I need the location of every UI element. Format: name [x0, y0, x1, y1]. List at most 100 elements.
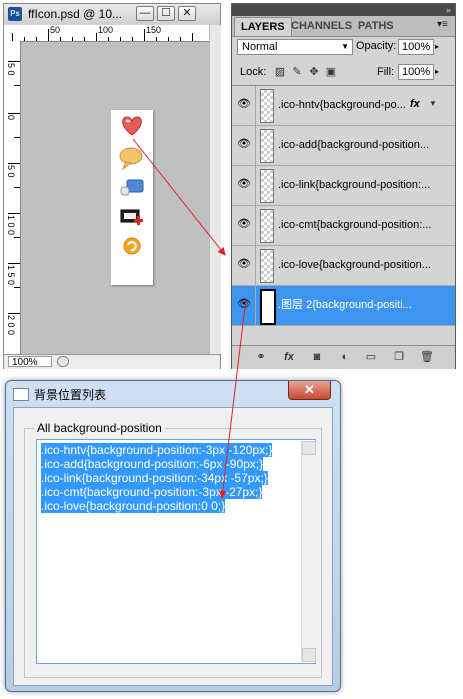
mask-icon[interactable]: ◙: [310, 351, 324, 363]
sprite-icons: [119, 116, 144, 255]
text-line: .ico-love{background-position:0 0;}: [41, 499, 226, 513]
minimize-button[interactable]: —: [136, 6, 154, 21]
panel-tabs: LAYERS CHANNELS PATHS ▾≡: [232, 16, 455, 37]
maximize-button[interactable]: ☐: [157, 6, 175, 21]
eye-icon[interactable]: 👁: [236, 258, 252, 270]
lock-label: Lock:: [240, 66, 267, 78]
eye-icon[interactable]: 👁: [236, 178, 252, 190]
trash-icon[interactable]: 🗑: [420, 351, 434, 363]
link-icon[interactable]: ⚭: [254, 351, 268, 363]
heart-icon: [122, 116, 142, 136]
film-add-icon: [120, 209, 143, 225]
text-line: .ico-hntv{background-position:-3px -120p…: [41, 443, 273, 457]
chevron-down-icon: ▼: [341, 42, 349, 51]
ruler-label: 1 0 0: [6, 215, 16, 236]
dialog-title: 背景位置列表: [34, 388, 107, 402]
layer-name: .ico-add{background-position...: [278, 139, 430, 151]
layer-thumbnail: [260, 169, 274, 203]
layer-row[interactable]: 👁 .ico-hntv{background-po... fx ▼: [232, 86, 455, 126]
output-textarea[interactable]: .ico-hntv{background-position:-3px -120p…: [36, 439, 316, 664]
panel-menu-icon[interactable]: ▾≡: [437, 19, 448, 30]
adjustment-icon[interactable]: ◐: [338, 351, 352, 363]
ruler-label: 50: [50, 25, 61, 35]
textarea-scrollbar[interactable]: [301, 441, 316, 662]
eye-icon[interactable]: 👁: [236, 138, 252, 150]
close-button[interactable]: ✕: [288, 381, 331, 400]
ruler-label: 2 0 0: [6, 315, 16, 336]
lock-transparent-icon[interactable]: ▨: [274, 66, 286, 78]
blend-mode-select[interactable]: Normal ▼: [237, 39, 353, 55]
background-position-dialog: 背景位置列表 ✕ All background-position .ico-hn…: [5, 380, 341, 692]
document-window: Ps ffIcon.psd @ 10... — ☐ ✕ 50 100 150 5…: [3, 3, 221, 369]
ruler-label: 100: [98, 25, 114, 35]
document-title: ffIcon.psd @ 10...: [28, 7, 123, 21]
ruler-label: 0: [6, 115, 16, 121]
collapse-icon[interactable]: »: [446, 4, 451, 16]
opacity-dropdown-icon[interactable]: ▸: [435, 42, 439, 51]
vertical-scrollbar[interactable]: [209, 25, 221, 354]
chevron-down-icon[interactable]: ▼: [429, 99, 437, 108]
speech-bubble-icon: [119, 147, 143, 171]
layer-row[interactable]: 👁 .ico-add{background-position...: [232, 126, 455, 166]
layer-name: .图层 2{background-positi...: [278, 299, 412, 311]
ruler-label: 1 5 0: [6, 265, 16, 286]
ruler-label: 150: [146, 25, 162, 35]
scroll-up-button[interactable]: [302, 441, 316, 455]
scroll-down-button[interactable]: [302, 648, 316, 662]
layer-name: .ico-hntv{background-po...: [278, 99, 406, 111]
layer-thumbnail: [260, 89, 274, 123]
horizontal-ruler[interactable]: 50 100 150: [4, 25, 209, 42]
text-line: .ico-cmt{background-position:-3px -27px;…: [41, 485, 263, 499]
layer-thumbnail: [260, 289, 276, 325]
fill-label: Fill:: [377, 66, 395, 78]
vertical-ruler[interactable]: 5 0 0 5 0 1 0 0 1 5 0 2 0 0: [4, 41, 21, 354]
opacity-field[interactable]: 100%: [398, 39, 434, 55]
eye-icon[interactable]: 👁: [236, 98, 252, 110]
folder-icon[interactable]: ▭: [364, 351, 378, 363]
layer-thumbnail: [260, 249, 274, 283]
tab-layers[interactable]: LAYERS: [234, 17, 292, 36]
text-line: .ico-link{background-position:-34px -57p…: [41, 471, 268, 485]
canvas-area[interactable]: [21, 42, 209, 354]
document-title-bar[interactable]: Ps ffIcon.psd @ 10... — ☐ ✕: [4, 4, 220, 26]
layer-row-selected[interactable]: 👁 .图层 2{background-positi...: [232, 286, 455, 326]
fx-icon[interactable]: fx: [282, 351, 296, 363]
blend-mode-value: Normal: [242, 41, 278, 53]
close-button[interactable]: ✕: [178, 6, 196, 21]
layer-row[interactable]: 👁 .ico-link{background-position:...: [232, 166, 455, 206]
layer-row[interactable]: 👁 .ico-love{background-position...: [232, 246, 455, 286]
layer-thumbnail: [260, 209, 274, 243]
layer-name: .ico-link{background-position:...: [278, 179, 431, 191]
tab-channels[interactable]: CHANNELS: [285, 17, 358, 36]
fill-field[interactable]: 100%: [398, 64, 434, 80]
text-line: .ico-add{background-position:-6px -90px;…: [41, 457, 264, 471]
lock-position-icon[interactable]: ✥: [308, 66, 320, 78]
tab-paths[interactable]: PATHS: [352, 17, 400, 36]
fx-icon[interactable]: fx: [410, 98, 420, 110]
opacity-label: Opacity:: [356, 40, 397, 52]
eye-icon[interactable]: 👁: [236, 298, 252, 310]
layer-name: .ico-love{background-position...: [278, 259, 431, 271]
panel-header[interactable]: »: [232, 4, 455, 16]
document-info-icon[interactable]: [57, 356, 69, 367]
dialog-body: All background-position .ico-hntv{backgr…: [13, 407, 333, 686]
new-layer-icon[interactable]: ❐: [392, 351, 406, 363]
eye-icon[interactable]: 👁: [236, 218, 252, 230]
layers-panel: » LAYERS CHANNELS PATHS ▾≡ Normal ▼ Opac…: [231, 3, 456, 369]
layer-name: .ico-cmt{background-position:...: [278, 219, 432, 231]
photoshop-icon: Ps: [8, 7, 22, 21]
layer-row[interactable]: 👁 .ico-cmt{background-position:...: [232, 206, 455, 246]
ruler-label: 5 0: [6, 165, 16, 178]
window-icon: [13, 388, 29, 401]
fill-dropdown-icon[interactable]: ▸: [435, 67, 439, 76]
refresh-icon: [123, 237, 141, 255]
chat-link-icon: [120, 179, 144, 196]
layers-panel-footer: ⚭ fx ◙ ◐ ▭ ❐ 🗑: [232, 345, 455, 369]
layers-list: 👁 .ico-hntv{background-po... fx ▼ 👁 .ico…: [232, 85, 455, 346]
layer-thumbnail: [260, 129, 274, 163]
lock-all-icon[interactable]: ▣: [325, 66, 337, 78]
lock-image-icon[interactable]: ✎: [291, 66, 303, 78]
group-label: All background-position: [34, 421, 165, 435]
zoom-field[interactable]: 100%: [8, 356, 52, 368]
sprite-image[interactable]: [111, 110, 153, 285]
